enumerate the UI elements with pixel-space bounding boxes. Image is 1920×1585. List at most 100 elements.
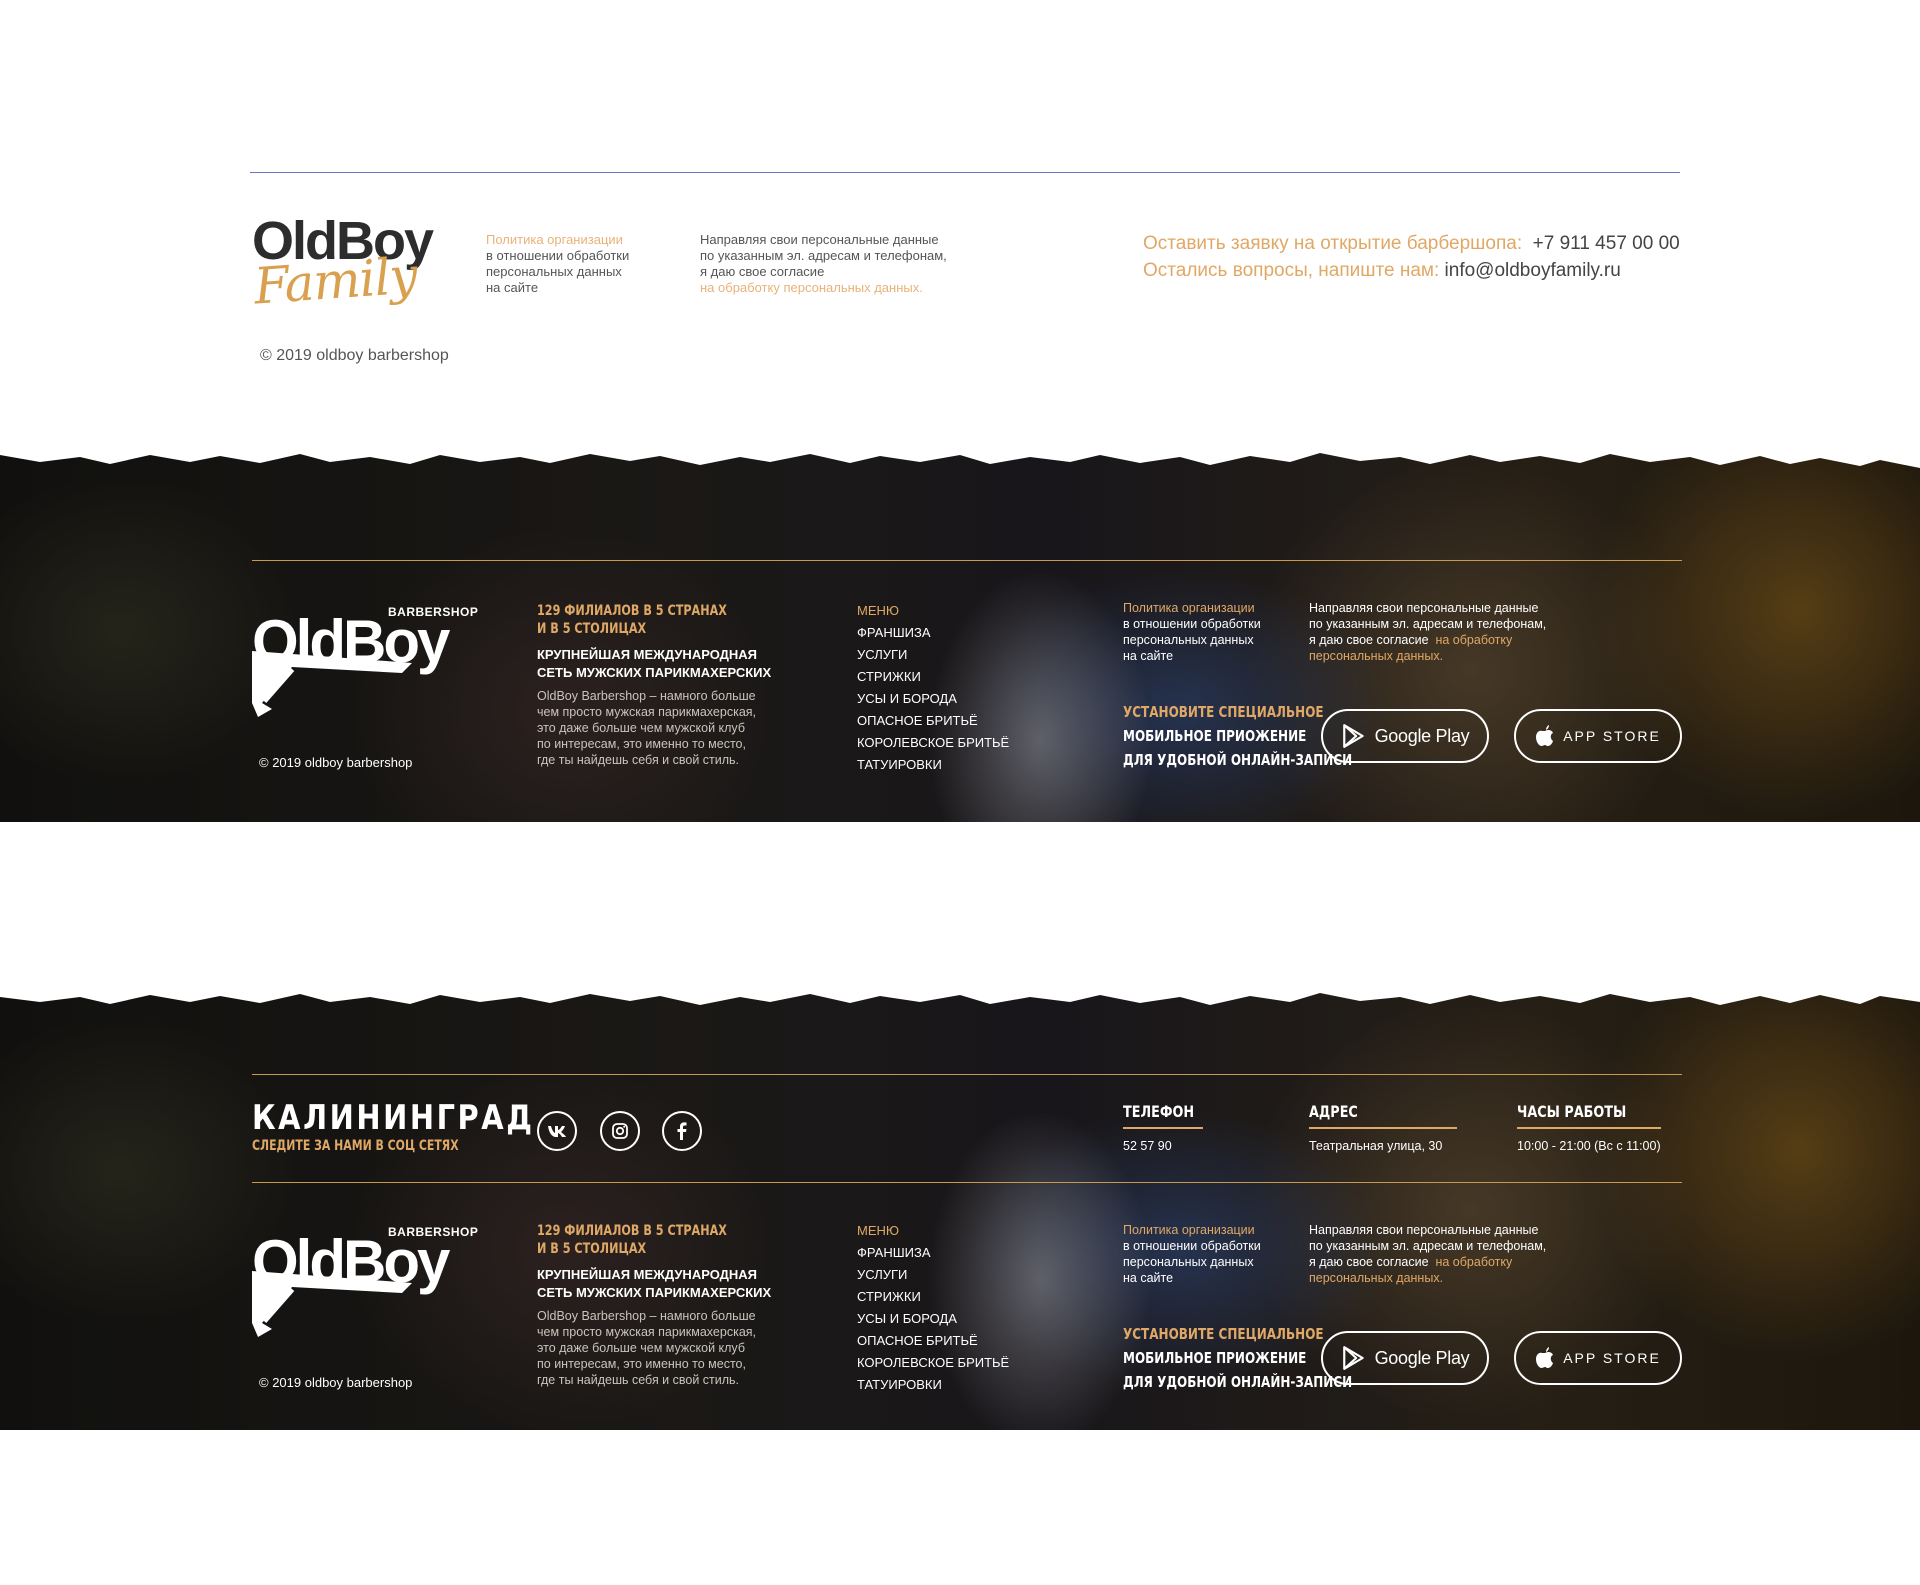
consent-note: Направляя свои персональные данные по ук…: [1309, 1222, 1569, 1286]
consent-line: по указанным эл. адресам и телефонам,: [1309, 617, 1547, 631]
phone-value[interactable]: 52 57 90: [1123, 1139, 1203, 1153]
menu-item-haircuts[interactable]: Стрижки: [857, 666, 1009, 688]
menu-item-beard[interactable]: Усы и борода: [857, 688, 1009, 710]
hours-block: Часы работы 10:00 - 21:00 (Вс с 11:00): [1517, 1102, 1661, 1153]
menu-item-haircuts[interactable]: Стрижки: [857, 1286, 1009, 1308]
privacy-policy-note: Политика организации в отношении обработ…: [1123, 600, 1283, 664]
promo-heading-line: 129 филиалов в 5 странах: [537, 603, 727, 619]
consent-note: Направляя свои персональные данные по ук…: [700, 232, 980, 296]
consent-line-text: я даю свое согласие: [1309, 633, 1429, 647]
consent-line: по указанным эл. адресам и телефонам,: [700, 248, 947, 263]
consent-line: Направляя свои персональные данные: [700, 232, 939, 247]
consent-line: Направляя свои персональные данные: [1309, 601, 1539, 615]
footer-menu: Меню Франшиза Услуги Стрижки Усы и бород…: [857, 1220, 1009, 1396]
logo-word-family: Family: [252, 246, 419, 316]
menu-item-franchise[interactable]: Франшиза: [857, 622, 1009, 644]
promo-heading: 129 филиалов в 5 странах и в 5 столицах: [537, 1222, 777, 1258]
address-block: Адрес Театральная улица, 30: [1309, 1102, 1457, 1153]
privacy-policy-link[interactable]: Политика организации: [1123, 600, 1283, 616]
address-title: Адрес: [1309, 1102, 1358, 1121]
menu-item-razor-shave[interactable]: Опасное бритьё: [857, 710, 1009, 732]
policy-line: персональных данных: [1123, 633, 1254, 647]
menu-item-beard[interactable]: Усы и борода: [857, 1308, 1009, 1330]
app-store-button[interactable]: APP STORE: [1514, 709, 1682, 763]
razor-icon: [252, 651, 412, 717]
consent-line: по указанным эл. адресам и телефонам,: [1309, 1239, 1547, 1253]
google-play-button[interactable]: Google Play: [1321, 1331, 1489, 1385]
consent-link[interactable]: на обработку: [1435, 633, 1512, 647]
promo-heading-line: и в 5 столицах: [537, 621, 647, 637]
app-store-label: APP STORE: [1563, 1350, 1661, 1366]
follow-us-text: Следите за нами в соц сетях: [252, 1138, 459, 1154]
oldboy-logo[interactable]: OldBoy BARBERSHOP: [252, 605, 482, 725]
promo-desc-line: где ты найдешь себя и свой стиль.: [537, 1373, 740, 1387]
google-play-icon: [1342, 724, 1364, 748]
vk-icon[interactable]: [537, 1111, 577, 1151]
menu-item-tattoo[interactable]: Татуировки: [857, 1374, 1009, 1396]
menu-heading: Меню: [857, 1223, 900, 1238]
menu-item-razor-shave[interactable]: Опасное бритьё: [857, 1330, 1009, 1352]
install-line: мобильное приожение: [1123, 1349, 1307, 1367]
menu-item-royal-shave[interactable]: Королевское бритьё: [857, 732, 1009, 754]
app-store-button[interactable]: APP STORE: [1514, 1331, 1682, 1385]
menu-item-royal-shave[interactable]: Королевское бритьё: [857, 1352, 1009, 1374]
install-line: Установите специальное: [1123, 703, 1324, 721]
privacy-policy-link[interactable]: Политика организации: [1123, 1222, 1283, 1238]
contact-request-row: Оставить заявку на открытие барбершопа: …: [1143, 230, 1680, 257]
app-install-text: Установите специальное мобильное приожен…: [1123, 700, 1352, 772]
divider: [250, 172, 1680, 173]
phone-block: Телефон 52 57 90: [1123, 1102, 1203, 1153]
promo-sub-line: сеть мужских парикмахерских: [537, 1285, 772, 1300]
consent-link[interactable]: персональных данных.: [1309, 648, 1569, 664]
hours-value: 10:00 - 21:00 (Вс с 11:00): [1517, 1139, 1661, 1153]
address-value: Театральная улица, 30: [1309, 1139, 1443, 1153]
email-link[interactable]: info@oldboyfamily.ru: [1445, 260, 1621, 281]
contact-request-label: Оставить заявку на открытие барбершопа:: [1143, 233, 1523, 254]
promo-desc-line: по интересам, это именно то место,: [537, 737, 746, 751]
copyright: © 2019 oldboy barbershop: [260, 347, 449, 364]
promo-heading-line: 129 филиалов в 5 странах: [537, 1223, 727, 1239]
privacy-policy-link[interactable]: Политика организации: [486, 232, 656, 248]
policy-line: в отношении обработки: [1123, 617, 1261, 631]
promo-sub-line: Крупнейшая международная: [537, 647, 758, 662]
google-play-label: Google Play: [1374, 1347, 1470, 1368]
promo-subheading: Крупнейшая международная сеть мужских па…: [537, 1266, 777, 1302]
install-line: для удобной онлайн-записи: [1123, 1373, 1353, 1391]
promo-sub-line: сеть мужских парикмахерских: [537, 665, 772, 680]
contact-question-row: Остались вопросы, напиште нам: info@oldb…: [1143, 257, 1680, 284]
torn-edge: [0, 410, 1920, 468]
consent-line: я даю свое согласие на обработку: [1309, 1254, 1569, 1270]
instagram-icon[interactable]: [600, 1111, 640, 1151]
facebook-icon[interactable]: [662, 1111, 702, 1151]
promo-desc-line: чем просто мужская парикмахерская,: [537, 705, 757, 719]
phone-link[interactable]: +7 911 457 00 00: [1533, 233, 1680, 254]
install-line: Установите специальное: [1123, 1325, 1324, 1343]
consent-link[interactable]: на обработку: [1435, 1255, 1512, 1269]
menu-item-services[interactable]: Услуги: [857, 1264, 1009, 1286]
menu-item-services[interactable]: Услуги: [857, 644, 1009, 666]
policy-line: в отношении обработки: [486, 248, 630, 263]
promo-description: OldBoy Barbershop – намного больше чем п…: [537, 688, 777, 768]
promo-desc-line: это даже больше чем мужской клуб: [537, 721, 745, 735]
light-footer: OldBoy Family Политика организации в отн…: [0, 0, 1920, 420]
promo-subheading: Крупнейшая международная сеть мужских па…: [537, 646, 777, 682]
city-block: КАЛИНИНГРАД Следите за нами в соц сетях: [252, 1098, 584, 1154]
consent-link[interactable]: на обработку персональных данных.: [700, 280, 980, 296]
consent-link[interactable]: персональных данных.: [1309, 1270, 1569, 1286]
app-install-text: Установите специальное мобильное приожен…: [1123, 1322, 1353, 1394]
menu-item-franchise[interactable]: Франшиза: [857, 1242, 1009, 1264]
app-store-label: APP STORE: [1563, 728, 1661, 744]
consent-line: я даю свое согласие: [700, 264, 825, 279]
promo-desc-line: чем просто мужская парикмахерская,: [537, 1325, 757, 1339]
oldboy-logo[interactable]: OldBoy BARBERSHOP: [252, 1225, 482, 1345]
menu-item-tattoo[interactable]: Татуировки: [857, 754, 1009, 776]
oldboy-family-logo[interactable]: OldBoy Family: [252, 210, 434, 325]
phone-title: Телефон: [1123, 1102, 1195, 1121]
consent-line: Направляя свои персональные данные: [1309, 1223, 1539, 1237]
divider: [252, 1182, 1682, 1183]
google-play-button[interactable]: Google Play: [1321, 709, 1489, 763]
policy-line: на сайте: [1123, 1271, 1174, 1285]
consent-line-text: я даю свое согласие: [1309, 1255, 1429, 1269]
promo-description: OldBoy Barbershop – намного больше чем п…: [537, 1308, 777, 1388]
copyright: © 2019 oldboy barbershop: [259, 755, 413, 770]
